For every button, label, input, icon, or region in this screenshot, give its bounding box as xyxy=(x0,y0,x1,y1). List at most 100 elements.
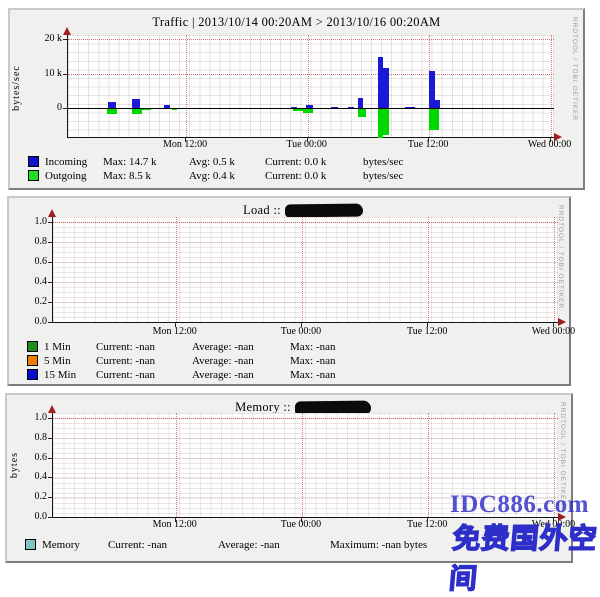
rrdtool-signature: RRDTOOL / TOBI OETIKER xyxy=(571,17,578,121)
y-tick-label: 0.0 xyxy=(13,511,47,522)
incoming-bar xyxy=(383,68,389,108)
grid-line-vertical xyxy=(176,413,177,517)
legend-cell: Avg: 0.4 k xyxy=(189,170,265,182)
y-tick-mark xyxy=(48,242,52,243)
x-tick-label: Mon 12:00 xyxy=(141,326,209,337)
grid-line-vertical xyxy=(551,35,552,137)
legend-row: 5 MinCurrent: -nanAverage: -nanMax: -nan xyxy=(27,354,336,367)
grid-line-vertical xyxy=(302,217,303,322)
legend-cell: Memory xyxy=(42,539,108,551)
legend-swatch xyxy=(27,369,38,380)
traffic-graph-panel: Traffic | 2013/10/14 00:20AM > 2013/10/1… xyxy=(8,8,585,190)
y-tick-label: 0.8 xyxy=(13,236,47,247)
legend-row: OutgoingMax: 8.5 kAvg: 0.4 kCurrent: 0.0… xyxy=(28,169,403,182)
legend-cell: Max: -nan xyxy=(290,341,336,353)
y-tick-mark xyxy=(63,74,67,75)
legend-cell: Current: -nan xyxy=(96,341,192,353)
load-title: Load :: xyxy=(23,203,583,218)
x-tick-mark xyxy=(553,323,554,327)
legend-row: 15 MinCurrent: -nanAverage: -nanMax: -na… xyxy=(27,368,336,381)
legend-swatch xyxy=(28,170,39,181)
rrdtool-signature: RRDTOOL / TOBI OETIKER xyxy=(557,205,564,309)
y-axis-arrow xyxy=(48,405,56,413)
grid-line-vertical xyxy=(302,413,303,517)
outgoing-bar xyxy=(132,109,142,114)
y-tick-label: 20 k xyxy=(28,33,62,44)
x-tick-mark xyxy=(301,518,302,522)
x-tick-mark xyxy=(301,323,302,327)
legend-swatch xyxy=(27,355,38,366)
legend-cell: Max: -nan xyxy=(290,369,336,381)
grid-line-horizontal xyxy=(53,282,558,283)
grid-line-horizontal xyxy=(53,477,558,478)
y-tick-label: 1.0 xyxy=(13,412,47,423)
legend-cell: Max: 8.5 k xyxy=(103,170,189,182)
x-tick-mark xyxy=(427,323,428,327)
legend-swatch xyxy=(28,156,39,167)
y-tick-label: 0.0 xyxy=(13,316,47,327)
legend-cell: Maximum: -nan bytes xyxy=(330,539,427,551)
incoming-bar xyxy=(405,107,415,108)
site-watermark-brand: IDC886.com xyxy=(450,491,589,519)
grid-line-horizontal xyxy=(53,262,558,263)
x-axis-arrow xyxy=(558,318,566,326)
x-tick-mark xyxy=(427,518,428,522)
y-tick-label: 0.6 xyxy=(13,452,47,463)
y-tick-mark xyxy=(48,322,52,323)
y-tick-label: 0.2 xyxy=(13,296,47,307)
y-tick-mark xyxy=(48,477,52,478)
legend-cell: 5 Min xyxy=(44,355,96,367)
incoming-bar xyxy=(306,105,313,108)
outgoing-bar xyxy=(293,109,303,111)
legend-swatch xyxy=(25,539,36,550)
y-tick-label: 0.2 xyxy=(13,491,47,502)
x-tick-label: Wed 00:00 xyxy=(519,326,587,337)
legend-row: IncomingMax: 14.7 kAvg: 0.5 kCurrent: 0.… xyxy=(28,155,403,168)
y-tick-mark xyxy=(48,458,52,459)
x-tick-mark xyxy=(185,138,186,142)
legend-cell: Max: 14.7 k xyxy=(103,156,189,168)
legend-cell: Average: -nan xyxy=(192,369,290,381)
legend-cell: Current: -nan xyxy=(108,539,218,551)
load-graph-panel: Load :: RRDTOOL / TOBI OETIKER Mon 12:00… xyxy=(7,196,571,386)
legend-cell: Current: -nan xyxy=(96,369,192,381)
x-tick-mark xyxy=(307,138,308,142)
legend-cell: Current: 0.0 k xyxy=(265,156,363,168)
y-tick-mark xyxy=(48,438,52,439)
legend-row: 1 MinCurrent: -nanAverage: -nanMax: -nan xyxy=(27,340,336,353)
incoming-bar xyxy=(331,107,338,108)
legend-cell: Current: -nan xyxy=(96,355,192,367)
y-tick-mark xyxy=(48,222,52,223)
outgoing-bar xyxy=(358,109,367,117)
y-tick-mark xyxy=(48,418,52,419)
grid-line-horizontal xyxy=(53,302,558,303)
x-tick-mark xyxy=(428,138,429,142)
grid-line-horizontal xyxy=(68,74,554,75)
grid-line-vertical xyxy=(308,35,309,137)
grid-line-vertical xyxy=(186,35,187,137)
legend-cell: Average: -nan xyxy=(218,539,330,551)
y-axis-arrow xyxy=(63,27,71,35)
legend-row: MemoryCurrent: -nanAverage: -nanMaximum:… xyxy=(25,538,427,551)
legend-cell: Current: 0.0 k xyxy=(265,170,363,182)
incoming-bar xyxy=(108,102,116,108)
incoming-bar xyxy=(358,98,364,108)
grid-line-vertical xyxy=(176,217,177,322)
y-tick-mark xyxy=(48,517,52,518)
incoming-bar xyxy=(164,105,170,108)
load-plot-area xyxy=(52,217,558,323)
grid-line-horizontal xyxy=(68,39,554,40)
outgoing-bar xyxy=(429,109,439,130)
outgoing-bar xyxy=(107,109,117,114)
incoming-bar xyxy=(291,107,297,108)
redacted-hostname xyxy=(285,204,363,218)
legend-cell: bytes/sec xyxy=(363,170,403,182)
y-tick-mark xyxy=(48,282,52,283)
y-tick-label: 1.0 xyxy=(13,216,47,227)
monitoring-page: { "rrdtool_signature": "RRDTOOL / TOBI O… xyxy=(0,0,600,565)
y-tick-label: 10 k xyxy=(28,68,62,79)
outgoing-bar xyxy=(172,109,177,110)
site-watermark-slogan: 免费国外空间 xyxy=(448,517,600,597)
x-axis-arrow xyxy=(554,133,562,141)
grid-line-vertical xyxy=(428,217,429,322)
